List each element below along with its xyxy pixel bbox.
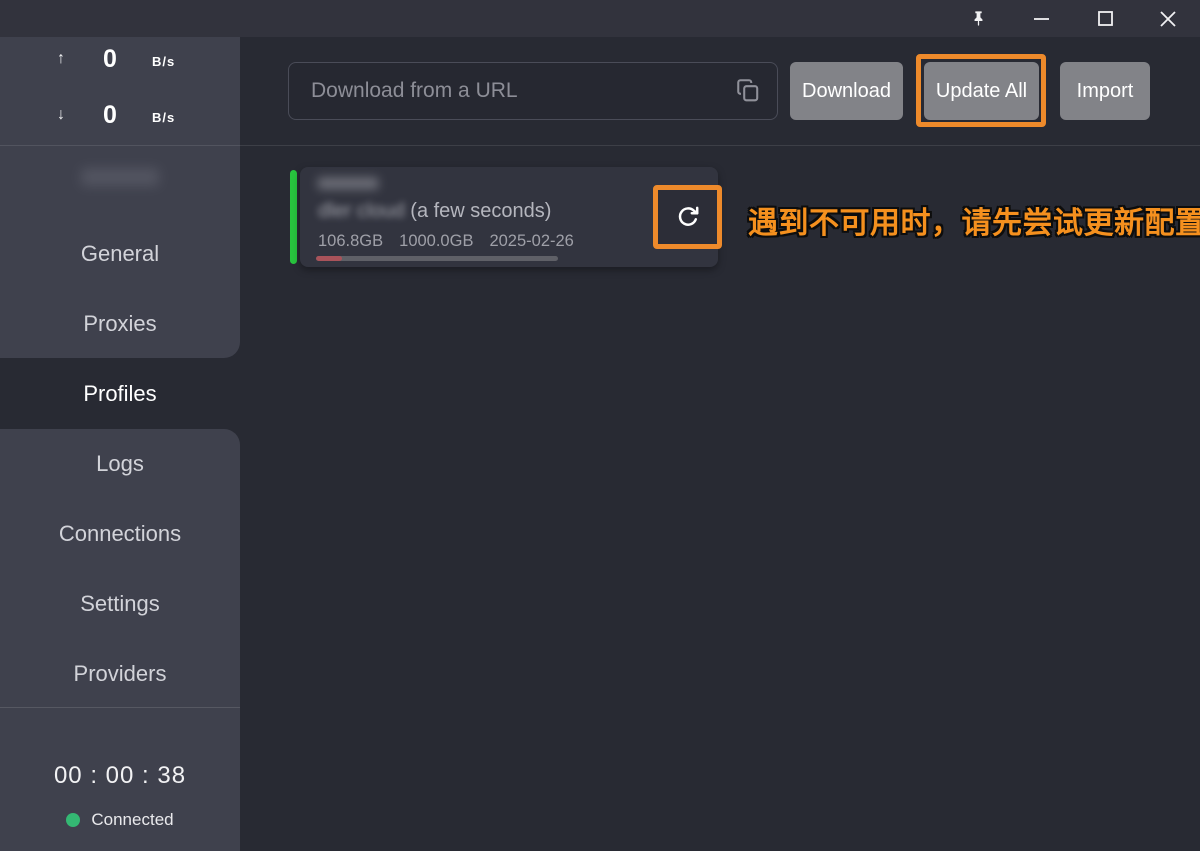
minimize-icon	[1033, 10, 1050, 27]
upload-arrow-icon: ↑	[50, 50, 72, 68]
download-button[interactable]: Download	[790, 62, 903, 120]
update-all-button[interactable]: Update All	[924, 62, 1039, 120]
refresh-profile-button[interactable]	[657, 189, 718, 245]
download-speed-unit: B/s	[152, 110, 175, 125]
status-label: Connected	[91, 810, 173, 830]
sidebar-logo-redacted: ▆▆▆▆▆	[55, 162, 185, 200]
sidebar-divider	[0, 707, 240, 708]
connection-status: Connected	[0, 810, 240, 830]
uptime-timer: 00 : 00 : 38	[0, 762, 240, 790]
expire-date: 2025-02-26	[489, 232, 573, 251]
download-arrow-icon: ↓	[50, 106, 72, 124]
sidebar-item-connections[interactable]: Connections	[0, 499, 240, 569]
upload-speed: ↑ 0 B/s	[0, 48, 240, 78]
import-button[interactable]: Import	[1060, 62, 1150, 120]
pin-icon	[969, 9, 988, 28]
sidebar-item-settings[interactable]: Settings	[0, 569, 240, 639]
sidebar-item-profiles[interactable]: Profiles	[0, 359, 240, 429]
maximize-button[interactable]	[1082, 0, 1128, 37]
close-button[interactable]	[1145, 0, 1191, 37]
profile-name-redacted: dler cloud	[318, 200, 405, 222]
url-input[interactable]	[288, 62, 778, 120]
active-profile-indicator	[290, 170, 297, 264]
upload-speed-unit: B/s	[152, 54, 175, 69]
traffic-used: 106.8GB	[318, 232, 383, 251]
paste-from-clipboard-button[interactable]	[732, 76, 764, 108]
titlebar	[0, 0, 1200, 37]
traffic-total: 1000.0GB	[399, 232, 473, 251]
sidebar-item-general[interactable]: General	[0, 219, 240, 289]
profile-card[interactable]: ▆▆▆▆▆▆ dler cloud (a few seconds) 106.8G…	[300, 167, 718, 267]
app-window: ↑ 0 B/s ↓ 0 B/s ▆▆▆▆▆ General Proxies Pr…	[0, 0, 1200, 851]
profile-progress-fill	[316, 256, 342, 261]
profile-name-row: dler cloud (a few seconds)	[318, 200, 551, 223]
download-speed-value: 0	[82, 101, 138, 130]
profile-stats: 106.8GB 1000.0GB 2025-02-26	[318, 232, 574, 251]
sidebar-item-providers[interactable]: Providers	[0, 639, 240, 709]
close-icon	[1160, 11, 1176, 27]
status-dot-icon	[66, 813, 80, 827]
upload-speed-value: 0	[82, 45, 138, 74]
annotation-text: 遇到不可用时，请先尝试更新配置	[748, 198, 1200, 242]
content-divider	[0, 145, 1200, 146]
maximize-icon	[1098, 11, 1113, 26]
minimize-button[interactable]	[1018, 0, 1064, 37]
pin-button[interactable]	[955, 0, 1001, 37]
sidebar-item-proxies[interactable]: Proxies	[0, 289, 240, 359]
profile-subtitle-redacted: ▆▆▆▆▆▆	[318, 174, 378, 190]
copy-icon	[735, 77, 761, 108]
sidebar-item-logs[interactable]: Logs	[0, 429, 240, 499]
traffic-progress-bar	[316, 256, 558, 261]
profile-updated-ago: (a few seconds)	[410, 200, 551, 222]
refresh-icon	[675, 203, 701, 232]
download-speed: ↓ 0 B/s	[0, 104, 240, 134]
